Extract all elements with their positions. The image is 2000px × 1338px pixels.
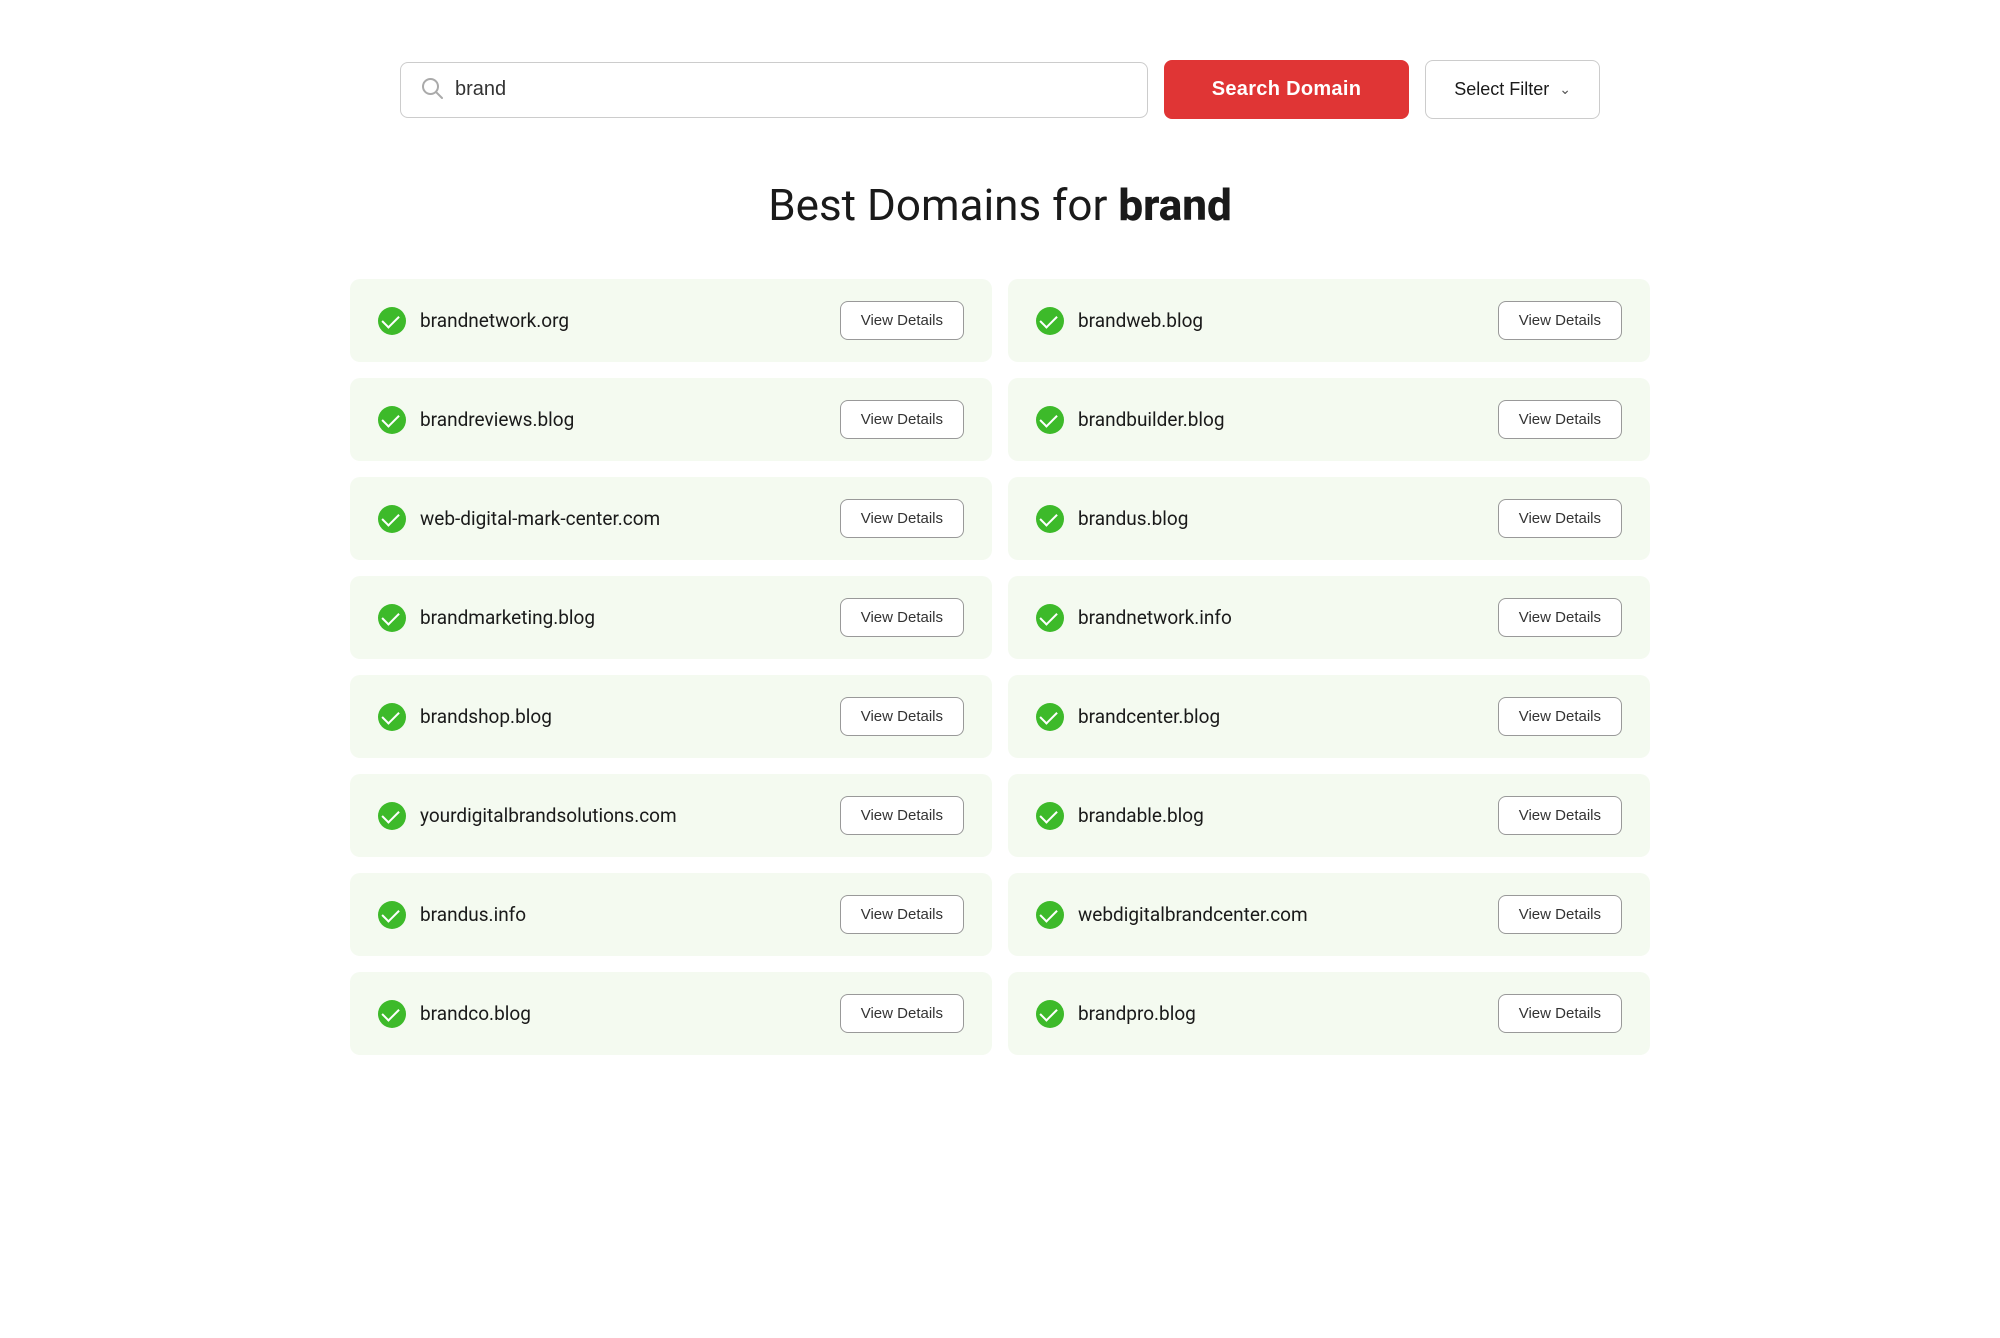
view-details-button[interactable]: View Details (1498, 796, 1622, 835)
available-icon (378, 1000, 406, 1028)
view-details-button[interactable]: View Details (1498, 301, 1622, 340)
search-bar: Search Domain Select Filter ⌄ (400, 60, 1600, 119)
available-icon (1036, 505, 1064, 533)
domain-item: brandpro.blog View Details (1008, 972, 1650, 1055)
available-icon (378, 901, 406, 929)
domain-name: brandbuilder.blog (1078, 408, 1225, 431)
filter-label: Select Filter (1454, 79, 1549, 100)
available-icon (1036, 604, 1064, 632)
domain-item: brandmarketing.blog View Details (350, 576, 992, 659)
view-details-button[interactable]: View Details (1498, 994, 1622, 1033)
search-input-wrapper (400, 62, 1148, 118)
domain-name: brandweb.blog (1078, 309, 1203, 332)
domain-item: brandus.blog View Details (1008, 477, 1650, 560)
domain-item: webdigitalbrandcenter.com View Details (1008, 873, 1650, 956)
view-details-button[interactable]: View Details (840, 400, 964, 439)
domain-name: webdigitalbrandcenter.com (1078, 903, 1308, 926)
domain-name: brandcenter.blog (1078, 705, 1220, 728)
domain-name: brandpro.blog (1078, 1002, 1196, 1025)
domain-left: brandpro.blog (1036, 1000, 1196, 1028)
available-icon (1036, 703, 1064, 731)
search-icon (421, 77, 443, 103)
available-icon (1036, 1000, 1064, 1028)
available-icon (378, 604, 406, 632)
view-details-button[interactable]: View Details (840, 994, 964, 1033)
search-domain-button[interactable]: Search Domain (1164, 60, 1410, 119)
domain-left: brandcenter.blog (1036, 703, 1220, 731)
domain-left: brandco.blog (378, 1000, 531, 1028)
domain-item: brandnetwork.org View Details (350, 279, 992, 362)
domain-left: yourdigitalbrandsolutions.com (378, 802, 677, 830)
available-icon (378, 703, 406, 731)
available-icon (378, 505, 406, 533)
domain-left: brandweb.blog (1036, 307, 1203, 335)
domain-left: brandus.blog (1036, 505, 1188, 533)
domains-grid: brandnetwork.org View Details brandweb.b… (350, 279, 1650, 1055)
available-icon (1036, 901, 1064, 929)
available-icon (1036, 307, 1064, 335)
view-details-button[interactable]: View Details (840, 598, 964, 637)
select-filter-button[interactable]: Select Filter ⌄ (1425, 60, 1600, 119)
domain-name: brandus.blog (1078, 507, 1188, 530)
domain-left: brandable.blog (1036, 802, 1204, 830)
domain-name: brandus.info (420, 903, 526, 926)
domain-name: web-digital-mark-center.com (420, 507, 660, 530)
view-details-button[interactable]: View Details (840, 796, 964, 835)
domain-left: brandshop.blog (378, 703, 552, 731)
available-icon (1036, 802, 1064, 830)
available-icon (378, 802, 406, 830)
chevron-down-icon: ⌄ (1559, 81, 1571, 98)
view-details-button[interactable]: View Details (1498, 697, 1622, 736)
view-details-button[interactable]: View Details (1498, 895, 1622, 934)
domain-name: brandnetwork.org (420, 309, 569, 332)
view-details-button[interactable]: View Details (840, 499, 964, 538)
domain-name: brandshop.blog (420, 705, 552, 728)
view-details-button[interactable]: View Details (1498, 499, 1622, 538)
domain-item: brandweb.blog View Details (1008, 279, 1650, 362)
domain-name: brandable.blog (1078, 804, 1204, 827)
available-icon (1036, 406, 1064, 434)
domain-left: brandnetwork.info (1036, 604, 1232, 632)
view-details-button[interactable]: View Details (1498, 400, 1622, 439)
domain-name: brandco.blog (420, 1002, 531, 1025)
domain-item: brandcenter.blog View Details (1008, 675, 1650, 758)
domain-name: brandmarketing.blog (420, 606, 595, 629)
view-details-button[interactable]: View Details (840, 895, 964, 934)
domain-item: brandco.blog View Details (350, 972, 992, 1055)
domain-item: brandbuilder.blog View Details (1008, 378, 1650, 461)
view-details-button[interactable]: View Details (840, 301, 964, 340)
page-title: Best Domains for brand (80, 179, 1920, 231)
view-details-button[interactable]: View Details (1498, 598, 1622, 637)
domain-left: brandbuilder.blog (1036, 406, 1225, 434)
domain-name: brandnetwork.info (1078, 606, 1232, 629)
domain-item: brandnetwork.info View Details (1008, 576, 1650, 659)
domain-left: webdigitalbrandcenter.com (1036, 901, 1308, 929)
domain-item: brandable.blog View Details (1008, 774, 1650, 857)
domain-item: brandus.info View Details (350, 873, 992, 956)
domain-name: yourdigitalbrandsolutions.com (420, 804, 677, 827)
view-details-button[interactable]: View Details (840, 697, 964, 736)
search-input[interactable] (455, 78, 1127, 101)
domain-item: brandreviews.blog View Details (350, 378, 992, 461)
domain-left: brandreviews.blog (378, 406, 574, 434)
available-icon (378, 406, 406, 434)
domain-left: brandnetwork.org (378, 307, 569, 335)
domain-name: brandreviews.blog (420, 408, 574, 431)
domain-item: yourdigitalbrandsolutions.com View Detai… (350, 774, 992, 857)
domain-left: brandus.info (378, 901, 526, 929)
domain-left: web-digital-mark-center.com (378, 505, 660, 533)
domain-item: web-digital-mark-center.com View Details (350, 477, 992, 560)
domain-left: brandmarketing.blog (378, 604, 595, 632)
domain-item: brandshop.blog View Details (350, 675, 992, 758)
available-icon (378, 307, 406, 335)
